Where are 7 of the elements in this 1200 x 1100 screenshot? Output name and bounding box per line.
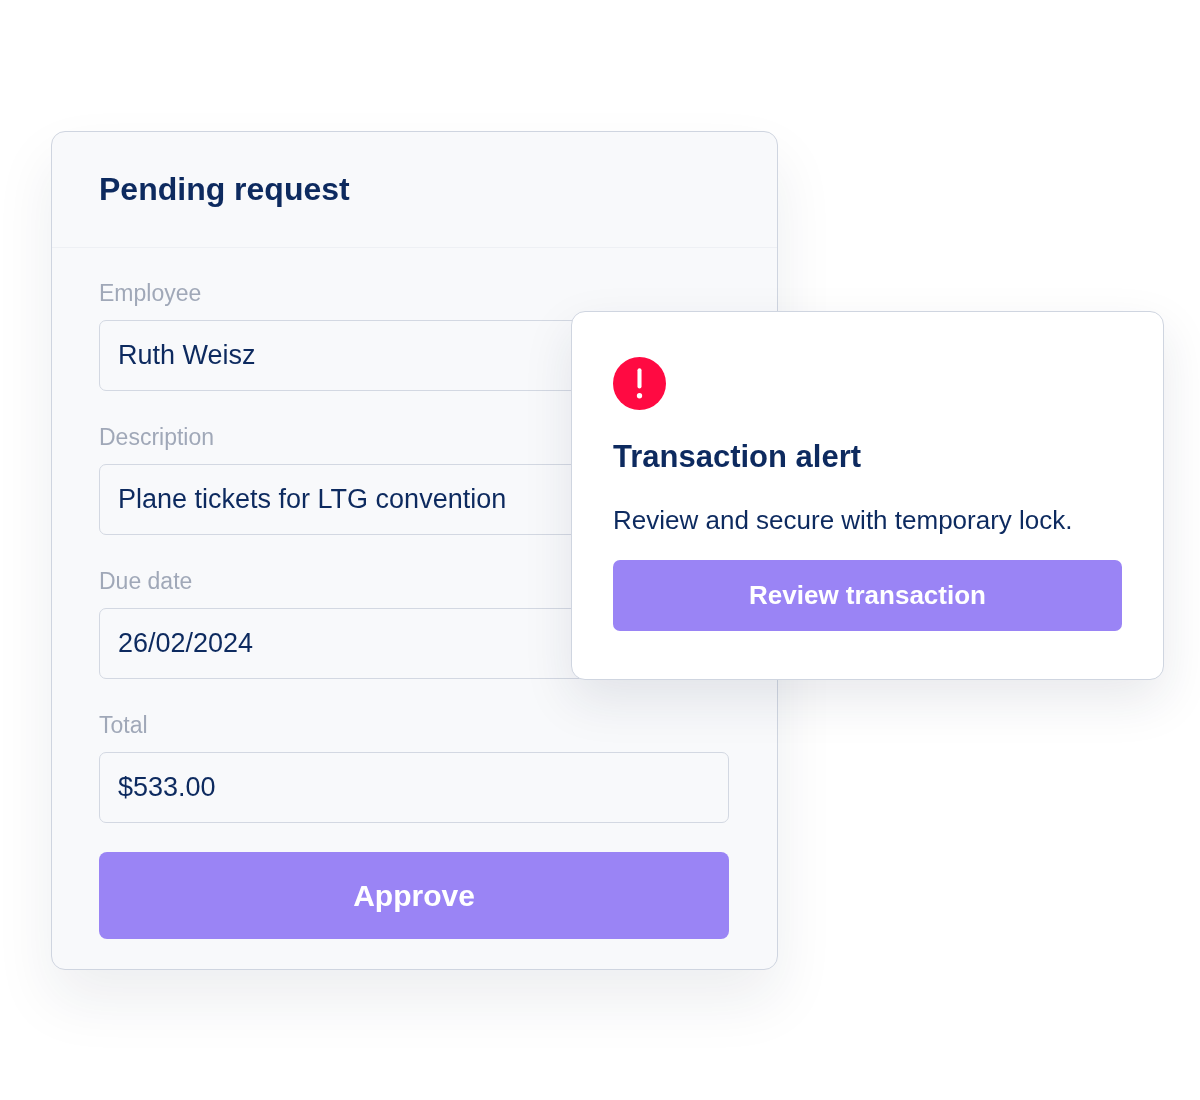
field-label: Due date (99, 568, 193, 594)
input-field[interactable]: $533.00 (99, 752, 729, 823)
field-label: Description (99, 424, 215, 450)
card-title: Pending request (99, 171, 350, 208)
field-label: Employee (99, 280, 202, 306)
alert-icon (613, 357, 666, 410)
field-label: Total (99, 712, 148, 738)
